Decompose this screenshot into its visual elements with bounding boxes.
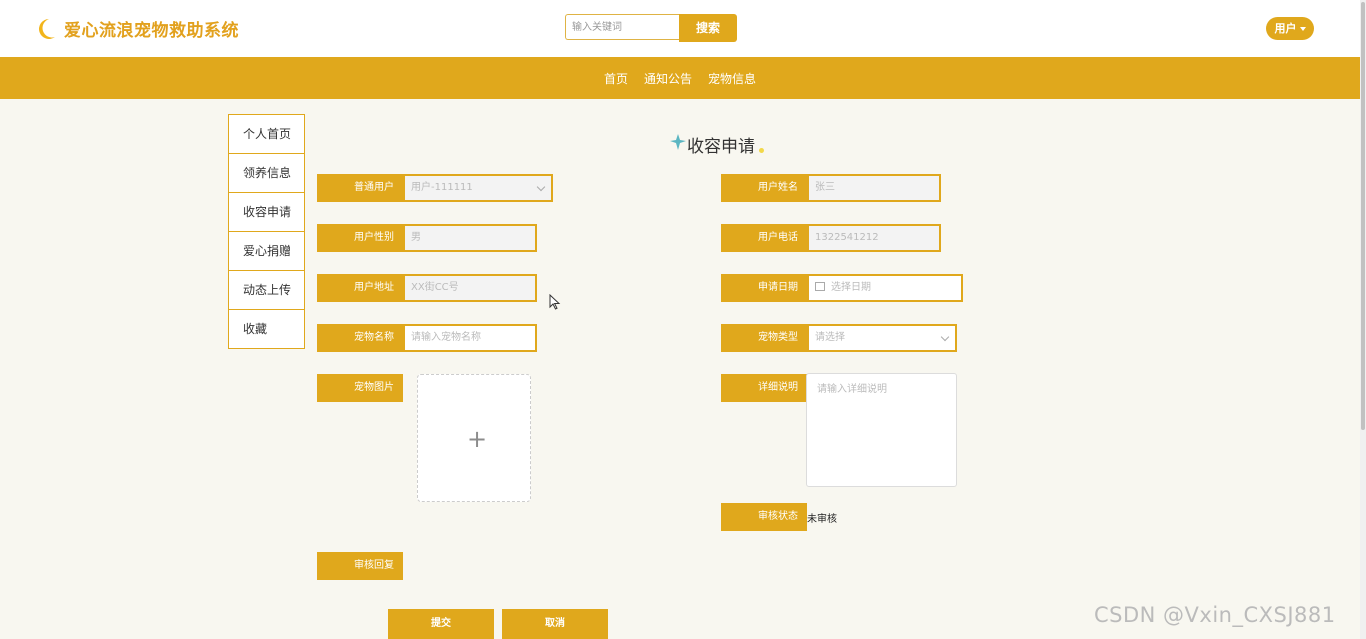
- user-menu-button[interactable]: 用户: [1266, 17, 1314, 40]
- nav-item-notices[interactable]: 通知公告: [644, 70, 692, 87]
- sidebar-item-upload[interactable]: 动态上传: [229, 271, 304, 310]
- date-picker[interactable]: 选择日期: [807, 274, 963, 302]
- nav-item-home[interactable]: 首页: [604, 70, 628, 87]
- date-label: 申请日期: [721, 274, 807, 302]
- sidebar-item-shelter-apply[interactable]: 收容申请: [229, 193, 304, 232]
- cancel-button[interactable]: 取消: [502, 609, 608, 639]
- phone-field[interactable]: 1322541212: [807, 224, 941, 252]
- sidebar-item-home[interactable]: 个人首页: [229, 115, 304, 154]
- page-scrollbar[interactable]: [1360, 0, 1366, 639]
- page-title-text: 收容申请: [687, 137, 755, 157]
- address-field[interactable]: XX街CC号: [403, 274, 537, 302]
- user-select-value: 用户-111111: [411, 182, 473, 193]
- app-title: 爱心流浪宠物救助系统: [64, 21, 239, 41]
- name-field[interactable]: 张三: [807, 174, 941, 202]
- sidebar-item-donation[interactable]: 爱心捐赠: [229, 232, 304, 271]
- plus-icon: +: [467, 425, 488, 453]
- sidebar: 个人首页 领养信息 收容申请 爱心捐赠 动态上传 收藏: [228, 114, 305, 349]
- name-label: 用户姓名: [721, 174, 807, 202]
- chevron-down-icon: [536, 182, 546, 192]
- phone-label: 用户电话: [721, 224, 807, 252]
- date-picker-placeholder: 选择日期: [831, 282, 871, 293]
- star-icon: [670, 133, 686, 150]
- dot-icon: [759, 148, 764, 153]
- sidebar-item-adoption[interactable]: 领养信息: [229, 154, 304, 193]
- sidebar-item-favorites[interactable]: 收藏: [229, 310, 304, 348]
- user-label: 普通用户: [317, 174, 403, 202]
- pet-type-select[interactable]: 请选择: [807, 324, 957, 352]
- user-select[interactable]: 用户-111111: [403, 174, 553, 202]
- top-header: 爱心流浪宠物救助系统 搜索 用户: [0, 0, 1360, 57]
- moon-icon: [38, 18, 56, 40]
- image-upload[interactable]: +: [417, 374, 531, 502]
- review-status-value: 未审核: [807, 514, 837, 525]
- pet-name-input[interactable]: 请输入宠物名称: [403, 324, 537, 352]
- review-reply-label: 审核回复: [317, 552, 403, 580]
- caret-down-icon: [1299, 27, 1306, 31]
- logo[interactable]: 爱心流浪宠物救助系统: [38, 16, 239, 41]
- page-title: 收容申请: [670, 126, 764, 157]
- gender-field[interactable]: 男: [403, 224, 537, 252]
- search-button[interactable]: 搜索: [679, 14, 737, 42]
- review-status-label: 审核状态: [721, 503, 807, 531]
- main-nav: 首页 通知公告 宠物信息: [0, 57, 1360, 99]
- pet-type-label: 宠物类型: [721, 324, 807, 352]
- user-menu-label: 用户: [1274, 22, 1297, 35]
- detail-label: 详细说明: [721, 374, 807, 402]
- pet-image-label: 宠物图片: [317, 374, 403, 402]
- submit-button[interactable]: 提交: [388, 609, 494, 639]
- address-label: 用户地址: [317, 274, 403, 302]
- search-input[interactable]: [565, 14, 679, 40]
- gender-label: 用户性别: [317, 224, 403, 252]
- pet-name-label: 宠物名称: [317, 324, 403, 352]
- watermark: CSDN @Vxin_CXSJ881: [1094, 603, 1336, 627]
- mouse-cursor-icon: [549, 294, 561, 310]
- chevron-down-icon: [940, 332, 950, 342]
- detail-textarea[interactable]: 请输入详细说明: [806, 373, 957, 487]
- pet-type-placeholder: 请选择: [815, 332, 845, 343]
- scrollbar-thumb[interactable]: [1361, 2, 1365, 430]
- nav-item-pets[interactable]: 宠物信息: [708, 70, 756, 87]
- calendar-icon: [815, 281, 825, 291]
